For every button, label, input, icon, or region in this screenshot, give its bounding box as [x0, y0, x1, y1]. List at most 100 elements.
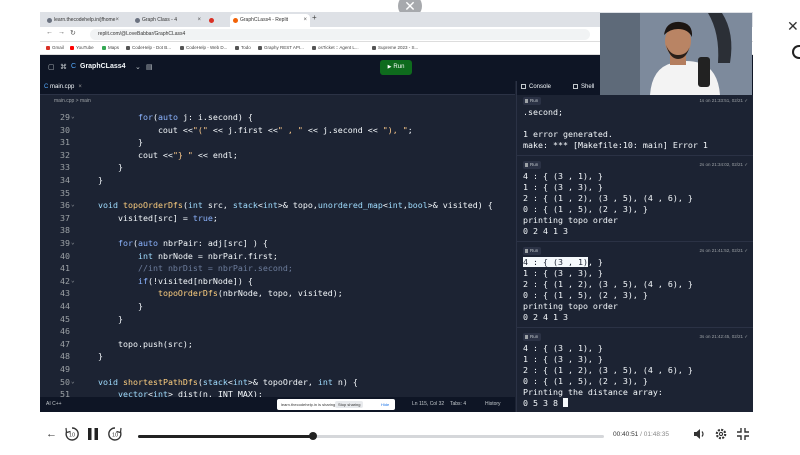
code-line[interactable]: 36 ⌄ void topoOrderDfs(int src, stack<int>…: [40, 199, 515, 212]
line-number: 32: [60, 149, 70, 160]
code-line[interactable]: 30 cout <<"(" << j.first <<" , " << j.se…: [40, 124, 515, 137]
progress-handle[interactable]: [309, 432, 318, 440]
code-text: visited[src] = true;: [98, 212, 218, 223]
project-name[interactable]: GraphCLass4: [80, 63, 126, 70]
fold-chevron-icon[interactable]: ⌄: [71, 199, 75, 212]
stop-sharing-button[interactable]: Stop sharing: [335, 401, 364, 408]
bookmark[interactable]: Graphy REST API...: [258, 45, 304, 50]
progress-track[interactable]: [138, 432, 604, 440]
code-text: void topoOrderDfs(int src, stack<int>& t…: [98, 200, 493, 211]
code-line[interactable]: 32 cout <<"} " << endl;: [40, 149, 515, 162]
fold-chevron-icon[interactable]: ⌄: [71, 275, 75, 288]
breadcrumb[interactable]: main.cpp > main: [40, 95, 515, 107]
browser-tab[interactable]: Graph Class - 4 ×: [132, 14, 204, 27]
skip-back-icon[interactable]: 10: [64, 426, 80, 445]
code-line[interactable]: 38: [40, 224, 515, 237]
back-arrow-icon[interactable]: ←: [46, 428, 57, 440]
code-line[interactable]: 46: [40, 325, 515, 338]
sidebar-toggle-icon[interactable]: ▢: [48, 63, 55, 71]
fold-chevron-icon[interactable]: ⌄: [71, 237, 75, 250]
run-header: Run 3s on 21:42:45, 02/21 ✓: [517, 331, 753, 343]
tab-size[interactable]: Tabs: 4: [450, 397, 466, 412]
run-timestamp: 2s on 21:41:52, 02/21 ✓: [699, 248, 748, 253]
fullscreen-icon[interactable]: [736, 427, 750, 444]
code-line[interactable]: 37 visited[src] = true;: [40, 212, 515, 225]
tab-shell[interactable]: Shell: [573, 84, 594, 90]
code-area[interactable]: 29 ⌄ for(auto j: i.second) {30 cout <<"("…: [40, 111, 515, 399]
back-icon[interactable]: ←: [46, 29, 53, 36]
settings-gear-icon[interactable]: [714, 427, 728, 444]
run-chip[interactable]: Run: [523, 247, 542, 255]
code-line[interactable]: 33 }: [40, 161, 515, 174]
code-line[interactable]: 44 }: [40, 300, 515, 313]
code-line[interactable]: 48}: [40, 350, 515, 363]
bookmark[interactable]: YouTube: [70, 45, 94, 50]
line-number: 43: [60, 288, 70, 299]
run-separator: [517, 327, 753, 328]
code-line[interactable]: 31 }: [40, 136, 515, 149]
history-button[interactable]: History: [485, 397, 501, 412]
volume-icon[interactable]: [692, 427, 706, 444]
presenter-image: [600, 13, 752, 95]
current-time: 00:40:51: [613, 431, 639, 438]
close-tab-icon[interactable]: ×: [78, 84, 82, 90]
bookmark[interactable]: Maps: [102, 45, 119, 50]
code-text: //int nbrDist = nbrPair.second;: [137, 263, 293, 274]
close-tab-icon[interactable]: ×: [115, 14, 119, 27]
run-chip[interactable]: Run: [523, 161, 542, 169]
close-tab-icon[interactable]: ×: [303, 14, 307, 27]
code-line[interactable]: 42 ⌄ if(!visited[nbrNode]) {: [40, 275, 515, 288]
run-header: Run 2s on 21:41:52, 02/21 ✓: [517, 245, 753, 257]
replit-logo-icon[interactable]: ⌘: [60, 63, 67, 71]
code-line[interactable]: 45 }: [40, 313, 515, 326]
line-number: 35: [60, 187, 70, 198]
terminal-cursor: [562, 398, 568, 407]
url-field[interactable]: replit.com/@LoveBabbar/GraphCLass4: [90, 29, 590, 40]
code-line[interactable]: 47 topo.push(src);: [40, 338, 515, 351]
code-line[interactable]: 50 ⌄ void shortestPathDfs(stack<int>& topo…: [40, 376, 515, 389]
chevron-down-icon[interactable]: ⌄: [135, 63, 141, 71]
bookmark[interactable]: osTicket :: Agent L...: [312, 45, 359, 50]
code-line[interactable]: 43 topoOrderDfs(nbrNode, topo, visited);: [40, 287, 515, 300]
selected-text[interactable]: 4 : { (3 , 1): [523, 257, 588, 267]
bookmark[interactable]: Todo: [235, 45, 251, 50]
new-tab-icon[interactable]: +: [312, 13, 317, 22]
run-chip[interactable]: Run: [523, 333, 542, 341]
code-text: }: [98, 313, 123, 324]
bookmark[interactable]: Supreme 2023 - S...: [372, 45, 418, 50]
project-info-icon[interactable]: ▤: [146, 63, 153, 71]
tab-main-cpp[interactable]: C main.cpp ×: [44, 84, 82, 90]
bookmark[interactable]: Gmail: [46, 45, 64, 50]
fold-chevron-icon[interactable]: ⌄: [71, 376, 75, 389]
hide-button[interactable]: Hide: [381, 399, 389, 410]
tab-console[interactable]: Console: [521, 84, 551, 90]
console-pane: Console Shell Run 1s on 21:33:51, 02/21 ✓…: [516, 81, 753, 412]
reload-icon[interactable]: ↻: [70, 29, 76, 37]
cursor-position[interactable]: Ln 115, Col 32: [412, 397, 444, 412]
code-line[interactable]: 40 int nbrNode = nbrPair.first;: [40, 250, 515, 263]
run-chip[interactable]: Run: [523, 97, 542, 105]
code-line[interactable]: 35: [40, 187, 515, 200]
fold-chevron-icon[interactable]: ⌄: [71, 111, 75, 124]
forward-icon[interactable]: →: [58, 29, 65, 36]
code-line[interactable]: 34}: [40, 174, 515, 187]
code-text: int nbrNode = nbrPair.first;: [137, 250, 278, 261]
skip-back-10-icon: 10: [65, 427, 79, 441]
code-line[interactable]: 39 ⌄ for(auto nbrPair: adj[src] ) {: [40, 237, 515, 250]
code-line[interactable]: 41 //int nbrDist = nbrPair.second;: [40, 262, 515, 275]
pause-button[interactable]: [86, 426, 100, 445]
code-line[interactable]: 29 ⌄ for(auto j: i.second) {: [40, 111, 515, 124]
browser-tab-active[interactable]: GraphCLass4 - Replit ×: [230, 14, 310, 27]
run-button[interactable]: ▶ Run: [380, 60, 412, 75]
code-line[interactable]: 49: [40, 363, 515, 376]
browser-tab[interactable]: [206, 14, 228, 27]
skip-forward-icon[interactable]: 10: [107, 426, 123, 445]
close-tab-icon[interactable]: ×: [197, 14, 201, 27]
run-header: Run 1s on 21:33:51, 02/21 ✓: [517, 95, 753, 107]
line-number: 37: [60, 212, 70, 223]
bookmark[interactable]: CodeHelp - Web D...: [180, 45, 227, 50]
status-language[interactable]: AI C++: [46, 397, 62, 412]
console-output[interactable]: Run 1s on 21:33:51, 02/21 ✓ .second; 1 erro…: [517, 95, 753, 412]
bookmark[interactable]: CodeHelp - Dot B...: [126, 45, 171, 50]
browser-tab[interactable]: learn.thecodehelp.in/jfhome ×: [44, 14, 122, 27]
